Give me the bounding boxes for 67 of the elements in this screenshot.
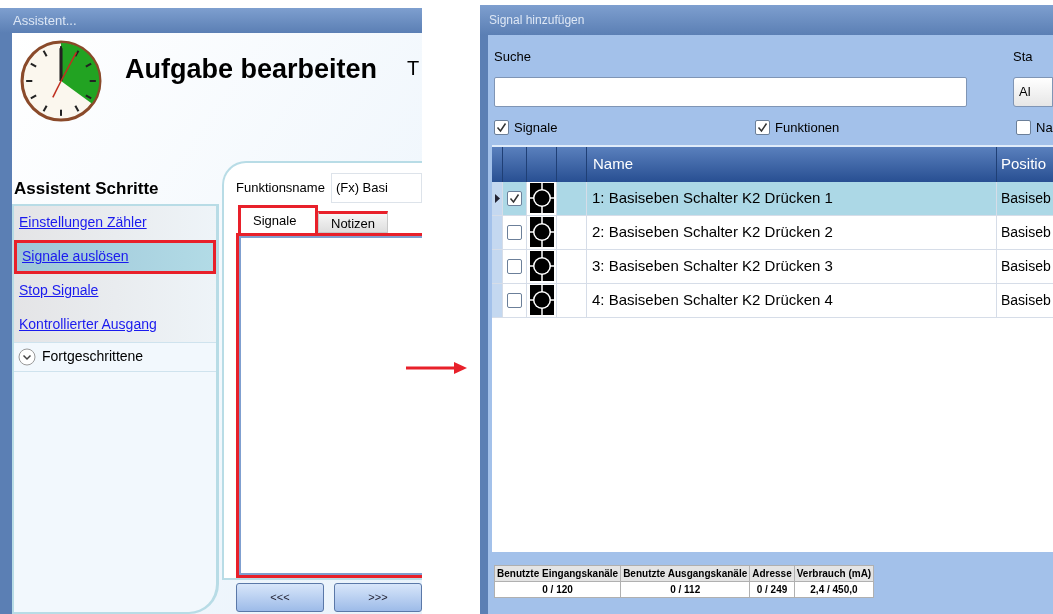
usage-value: 2,4 / 450,0 — [794, 581, 874, 597]
tab[interactable]: Signale — [238, 205, 318, 233]
heading-text: T — [407, 56, 420, 81]
filter-label: Na — [1036, 118, 1053, 137]
field-label: Funktionsname — [236, 179, 325, 198]
signal-symbol-icon — [529, 217, 554, 247]
window-title: Assistent... — [13, 11, 77, 30]
checkbox[interactable] — [755, 120, 770, 135]
column-header[interactable]: Positio — [997, 146, 1053, 182]
search-label: Suche — [494, 48, 532, 66]
table-cell-text: 4: Basiseben Schalter K2 Drücken 4 — [592, 289, 833, 310]
status-label: Sta — [1013, 48, 1034, 66]
step-item[interactable]: Stop Signale — [14, 273, 216, 308]
step-link[interactable]: Signale auslösen — [22, 246, 129, 267]
table-cell-text: Basiseb — [1001, 188, 1051, 208]
usage-value: 0 / 249 — [750, 581, 794, 597]
back-button[interactable]: <<< — [236, 582, 324, 612]
filter-label: Funktionen — [775, 118, 840, 137]
step-link[interactable]: Stop Signale — [19, 280, 99, 301]
page-heading: Aufgabe bearbeiten — [125, 53, 378, 86]
table-cell-text: Basiseb — [1001, 290, 1051, 310]
step-item[interactable]: Kontrollierter Ausgang — [14, 307, 216, 342]
advanced-label: Fortgeschrittene — [42, 347, 144, 366]
table-row[interactable]: 2: Basiseben Schalter K2 Drücken 2 Basiseb — [492, 215, 1053, 250]
window-title: Signal hinzufügen — [489, 12, 585, 29]
checkmark-icon — [496, 122, 507, 133]
table-row[interactable]: 4: Basiseben Schalter K2 Drücken 4 Basiseb — [492, 283, 1053, 318]
clock-icon — [20, 39, 102, 123]
filter-label: Signale — [514, 118, 558, 137]
checkbox[interactable] — [507, 292, 522, 308]
step-item[interactable]: Signale auslösen — [14, 239, 216, 274]
checkmark-icon — [509, 192, 520, 204]
advanced-section[interactable]: Fortgeschrittene — [14, 341, 216, 372]
step-link[interactable]: Einstellungen Zähler — [19, 212, 147, 233]
usage-header: Benutzte Ausgangskanäle — [621, 565, 750, 581]
usage-header: Benutzte Eingangskanäle — [495, 565, 621, 581]
row-pointer-icon — [494, 193, 500, 203]
next-button[interactable]: >>> — [334, 582, 422, 612]
arrow-icon — [406, 361, 468, 375]
table-row[interactable]: 3: Basiseben Schalter K2 Drücken 3 Basiseb — [492, 249, 1053, 284]
tab[interactable]: Notizen — [318, 211, 389, 233]
column-header[interactable]: Name — [587, 146, 997, 182]
step-item[interactable]: Einstellungen Zähler — [14, 205, 216, 240]
checkbox[interactable] — [507, 224, 522, 240]
signal-symbol-icon — [529, 285, 554, 315]
step-link[interactable]: Kontrollierter Ausgang — [19, 314, 157, 335]
checkbox[interactable] — [507, 190, 522, 206]
search-field[interactable] — [494, 76, 967, 107]
function-name-field[interactable]: (Fx) Basi — [330, 173, 422, 203]
usage-value: 0 / 112 — [621, 581, 750, 597]
checkbox[interactable] — [494, 120, 509, 135]
checkbox[interactable] — [1016, 120, 1031, 135]
table-cell-text: 3: Basiseben Schalter K2 Drücken 3 — [592, 255, 833, 276]
steps-heading: Assistent Schritte — [14, 178, 160, 200]
table-row[interactable]: 1: Basiseben Schalter K2 Drücken 1 Basiseb — [492, 181, 1053, 216]
table-cell-text: Basiseb — [1001, 256, 1051, 276]
checkmark-icon — [757, 122, 768, 133]
table-cell-text: Basiseb — [1001, 222, 1051, 242]
checkbox[interactable] — [507, 258, 522, 274]
usage-header: Verbrauch (mA) — [794, 565, 874, 581]
table-cell-text: 2: Basiseben Schalter K2 Drücken 2 — [592, 221, 833, 242]
usage-header: Adresse — [750, 565, 794, 581]
status-dropdown[interactable]: Al — [1013, 76, 1053, 107]
usage-value: 0 / 120 — [495, 581, 621, 597]
signal-symbol-icon — [529, 183, 554, 213]
signal-symbol-icon — [529, 251, 554, 281]
table-cell-text: 1: Basiseben Schalter K2 Drücken 1 — [592, 187, 833, 208]
